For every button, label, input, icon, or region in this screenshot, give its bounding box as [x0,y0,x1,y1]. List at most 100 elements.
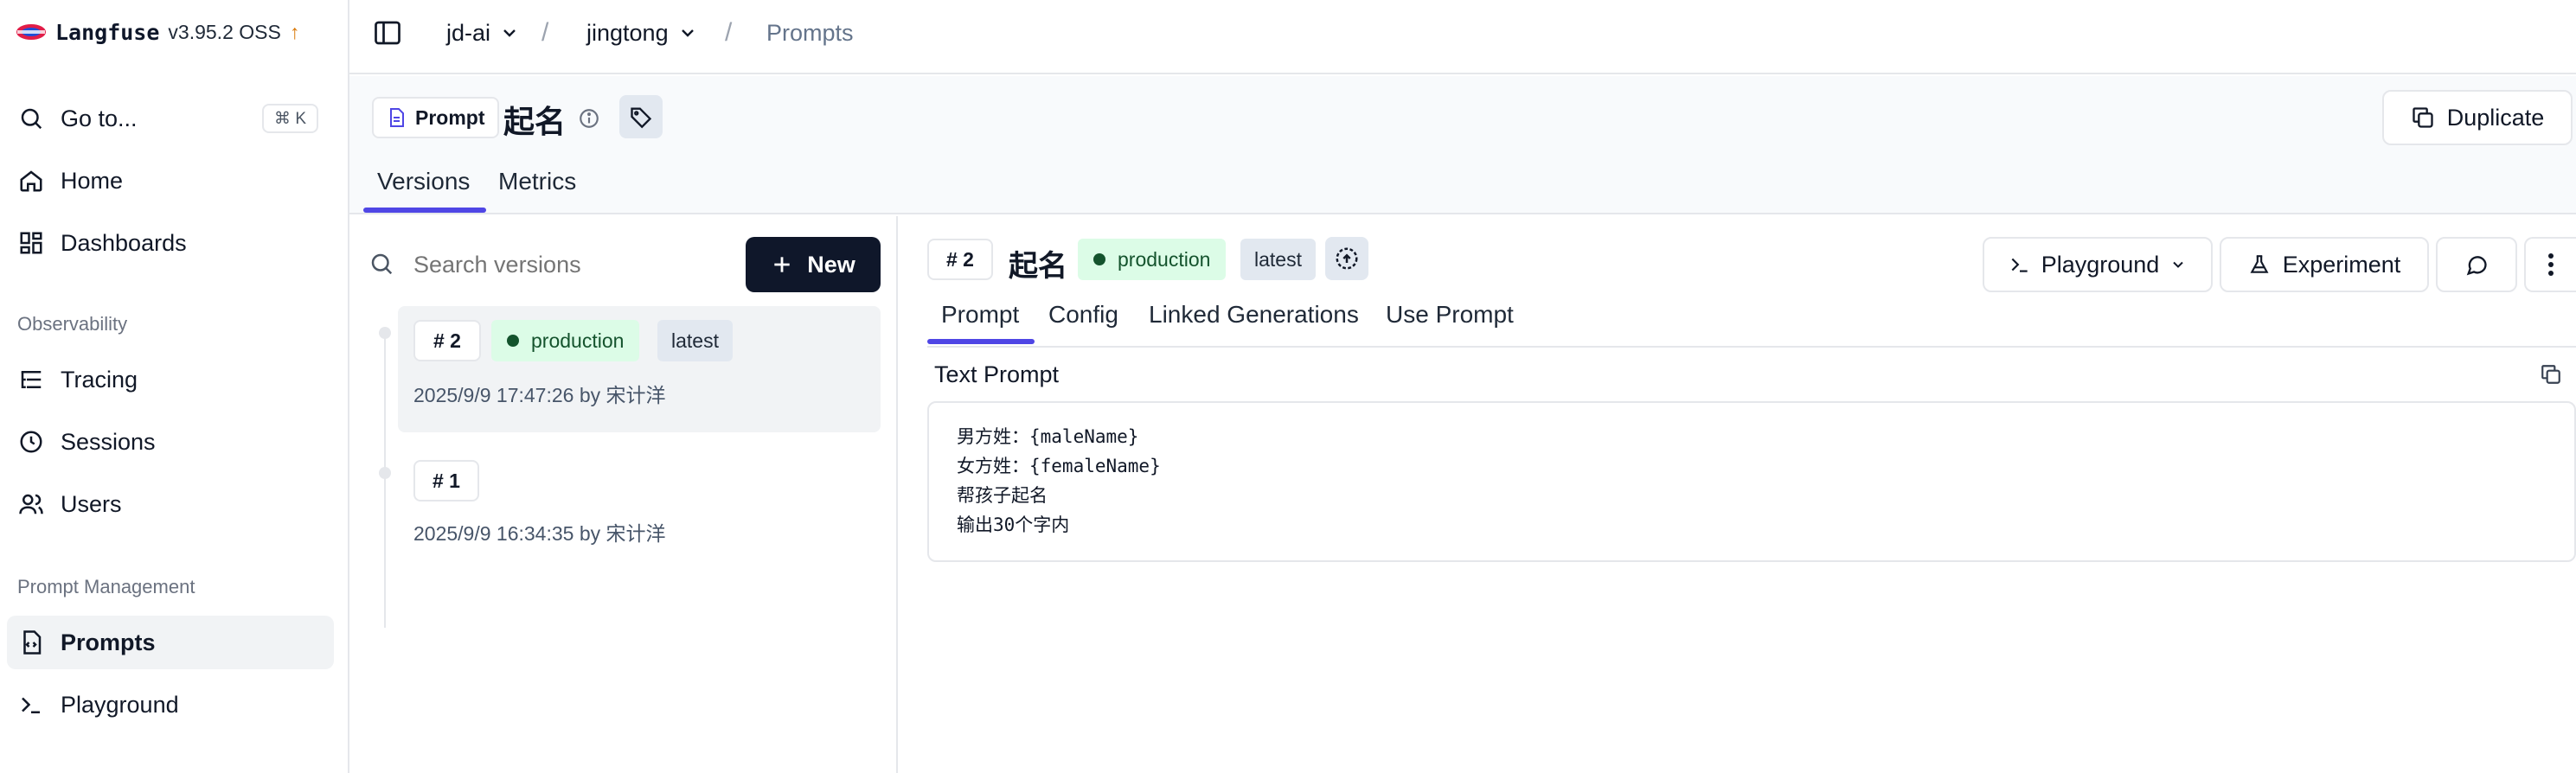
sidebar: Langfuse v3.95.2 OSS ↑ Go to... ⌘ K Home… [0,0,349,773]
breadcrumb-page[interactable]: Prompts [766,0,854,66]
top-bar: jd-ai / jingtong / Prompts [349,0,2576,74]
tab-use-prompt[interactable]: Use Prompt [1386,301,1514,329]
version-item-1[interactable]: # 1 2025/9/9 16:34:35 by 宋计洋 [398,446,881,559]
breadcrumb-project[interactable]: jingtong [586,0,698,66]
detail-label-production-text: production [1118,247,1211,271]
document-icon [386,106,407,129]
prompt-text-box[interactable]: 男方姓：{maleName} 女方姓：{femaleName} 帮孩子起名 输出… [927,401,2576,562]
experiment-button[interactable]: Experiment [2220,237,2429,292]
info-icon[interactable] [578,107,600,130]
dashboard-icon [17,229,45,257]
sidebar-item-home[interactable]: Home [7,154,334,208]
prompt-header: Prompt 起名 Duplicate Versions Metrics [349,76,2576,214]
tab-versions[interactable]: Versions [377,168,470,195]
search-icon [17,105,45,132]
update-arrow-icon[interactable]: ↑ [290,21,300,44]
status-dot [507,335,519,347]
comments-button[interactable] [2436,237,2517,292]
tab-active-indicator [927,339,1035,344]
clock-icon [17,428,45,456]
app-name: Langfuse [55,19,160,45]
sidebar-item-sessions[interactable]: Sessions [7,415,334,469]
search-versions-input[interactable] [413,246,725,284]
version-meta: 2025/9/9 17:47:26 by 宋计洋 [413,384,666,406]
sidebar-item-prompts[interactable]: Prompts [7,616,334,669]
copy-icon [2411,105,2435,130]
terminal-icon [17,691,45,719]
chevron-down-icon [2169,256,2187,273]
label-production: production [491,320,640,361]
new-version-button[interactable]: New [746,237,881,292]
goto-shortcut: ⌘ K [262,104,318,133]
version-number-badge: # 2 [413,320,481,361]
tab-config[interactable]: Config [1048,301,1118,329]
version-item-2[interactable]: # 2 production latest 2025/9/9 17:47:26 … [398,306,881,432]
prompt-management-section-label: Prompt Management [17,576,195,597]
goto-button[interactable]: Go to... ⌘ K [7,92,334,145]
sidebar-toggle-icon[interactable] [372,17,403,48]
prompt-line: 帮孩子起名 [957,485,1048,506]
sidebar-item-tracing[interactable]: Tracing [7,353,334,406]
terminal-icon [2009,253,2031,276]
prompt-line: 女方姓：{femaleName} [957,456,1161,476]
prompts-label: Prompts [61,629,156,655]
tab-prompt[interactable]: Prompt [941,301,1019,329]
tag-icon[interactable] [619,95,663,138]
observability-section-label: Observability [17,313,128,335]
prompt-line: 输出30个字内 [957,514,1070,535]
prompt-type-label: Prompt [415,105,485,129]
dashboards-label: Dashboards [61,229,187,256]
duplicate-label: Duplicate [2446,104,2545,131]
label-latest: latest [657,320,733,361]
duplicate-button[interactable]: Duplicate [2382,90,2573,145]
tracing-icon [17,366,45,393]
breadcrumb-separator: / [725,18,733,47]
timeline-dot [379,467,391,479]
prompt-text: 男方姓：{maleName} 女方姓：{femaleName} 帮孩子起名 输出… [957,422,1161,540]
timeline-line [384,332,386,628]
detail-label-latest: latest [1240,239,1316,280]
page-title: 起名 [503,104,567,139]
brand[interactable]: Langfuse v3.95.2 OSS ↑ [16,17,299,47]
tab-metrics[interactable]: Metrics [498,168,576,195]
prompt-file-icon [17,629,45,656]
tab-linked-generations[interactable]: Linked Generations [1149,301,1359,329]
version-detail-pane: # 2 起名 production latest Playground Expe… [900,216,2576,773]
sidebar-item-users[interactable]: Users [7,477,334,531]
chevron-down-icon [499,22,520,43]
langfuse-logo-icon [16,22,47,42]
prompt-line: 男方姓：{maleName} [957,426,1139,447]
version-number-badge: # 1 [413,460,479,501]
label-production-text: production [531,329,625,352]
sidebar-item-dashboards[interactable]: Dashboards [7,216,334,270]
playground-button-label: Playground [2041,251,2160,278]
playground-label: Playground [61,691,179,718]
home-label: Home [61,167,124,194]
detail-version-badge: # 2 [927,239,993,280]
version-meta: 2025/9/9 16:34:35 by 宋计洋 [413,522,666,545]
breadcrumb-separator: / [541,18,549,47]
chevron-down-icon [677,22,698,43]
sidebar-item-playground[interactable]: Playground [7,678,334,731]
breadcrumb-org[interactable]: jd-ai [446,0,520,66]
playground-button[interactable]: Playground [1983,237,2213,292]
users-icon [17,490,45,518]
timeline-dot [379,327,391,339]
sessions-label: Sessions [61,428,156,455]
tab-active-indicator [363,208,486,213]
home-icon [17,167,45,195]
plus-icon [771,253,793,276]
more-vertical-icon [2547,252,2554,277]
edit-labels-icon[interactable] [1325,237,1368,280]
app-version: v3.95.2 OSS [168,20,281,43]
goto-label: Go to... [61,105,138,131]
users-label: Users [61,490,122,517]
prompt-type-badge: Prompt [372,97,499,138]
tracing-label: Tracing [61,366,138,393]
copy-icon[interactable] [2540,363,2562,386]
versions-pane: New # 2 production latest 2025/9/9 17:47… [349,216,898,773]
experiment-button-label: Experiment [2282,251,2401,278]
more-options-button[interactable] [2524,237,2576,292]
tabs-divider [927,346,2576,348]
flask-icon [2248,253,2271,276]
